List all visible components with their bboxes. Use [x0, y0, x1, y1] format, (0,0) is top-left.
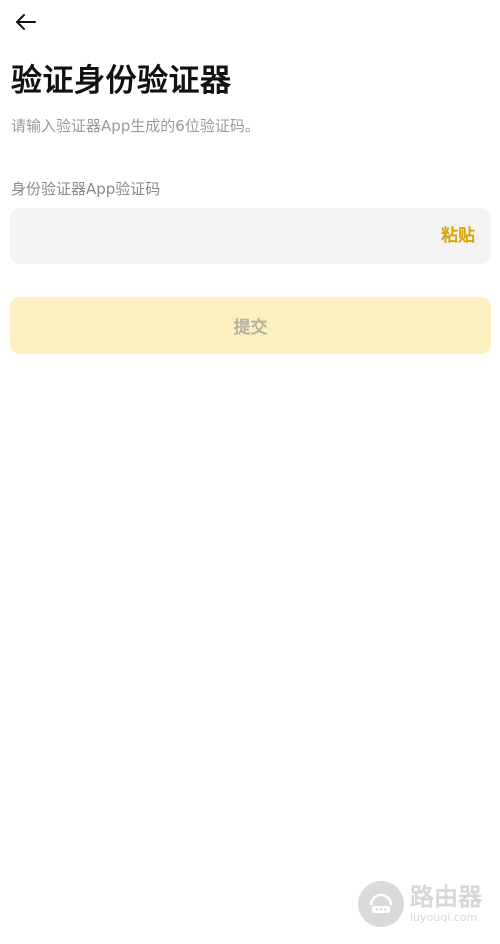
arrow-left-icon [16, 14, 36, 30]
watermark: 路由器 luyouqi.com [358, 878, 482, 930]
code-field: 粘贴 [10, 208, 491, 264]
code-field-label: 身份验证器App验证码 [11, 180, 161, 198]
submit-button[interactable]: 提交 [10, 297, 491, 354]
page-subtitle: 请输入验证器App生成的6位验证码。 [11, 117, 260, 135]
back-button[interactable] [10, 6, 42, 38]
router-logo-icon [358, 881, 404, 927]
watermark-url: luyouqi.com [410, 911, 478, 924]
paste-button[interactable]: 粘贴 [433, 208, 491, 264]
verification-code-input[interactable] [10, 208, 433, 264]
page-title: 验证身份验证器 [11, 63, 232, 99]
watermark-name: 路由器 [410, 883, 482, 911]
